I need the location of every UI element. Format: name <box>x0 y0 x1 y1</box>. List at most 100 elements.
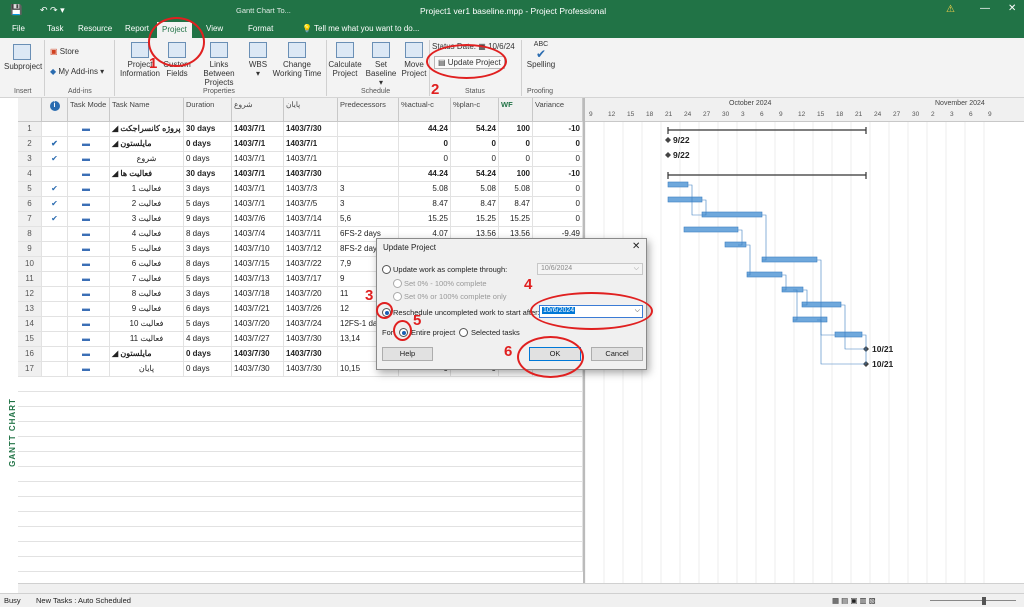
wf-header[interactable]: WF <box>499 98 533 122</box>
table-cell-start[interactable]: 1403/7/1 <box>232 137 284 152</box>
table-cell-wf[interactable]: 0 <box>499 152 533 167</box>
tab-view[interactable]: View <box>206 24 223 33</box>
duration-header[interactable]: Duration <box>184 98 232 122</box>
table-cell-finish[interactable]: 1403/7/20 <box>284 287 338 302</box>
corner-header[interactable] <box>18 98 42 122</box>
table-cell-start[interactable]: 1403/7/30 <box>232 347 284 362</box>
task-name-header[interactable]: Task Name <box>110 98 184 122</box>
table-cell-var[interactable]: -10 <box>533 167 583 182</box>
empty-row[interactable] <box>18 422 583 437</box>
update-work-date[interactable]: 10/6/2024 ⌵ <box>537 263 643 275</box>
empty-row[interactable] <box>18 527 583 542</box>
complete-check-icon[interactable] <box>42 287 68 302</box>
row-number[interactable]: 13 <box>18 302 42 317</box>
task-mode-icon[interactable]: ▬ <box>68 182 110 197</box>
complete-check-icon[interactable] <box>42 332 68 347</box>
table-cell-finish[interactable]: 1403/7/11 <box>284 227 338 242</box>
complete-check-icon[interactable]: ✔ <box>42 212 68 227</box>
row-number[interactable]: 4 <box>18 167 42 182</box>
table-cell-wf[interactable]: 100 <box>499 122 533 137</box>
actual-header[interactable]: %actual-c <box>399 98 451 122</box>
table-cell-finish[interactable]: 1403/7/14 <box>284 212 338 227</box>
set-baseline-button[interactable]: Set Baseline ▾ <box>363 42 399 87</box>
minimize-icon[interactable]: — <box>980 3 990 14</box>
table-cell-dur[interactable]: 4 days <box>184 332 232 347</box>
task-mode-icon[interactable]: ▬ <box>68 362 110 377</box>
table-cell-start[interactable]: 1403/7/21 <box>232 302 284 317</box>
tab-format[interactable]: Format <box>248 24 273 33</box>
table-cell-var[interactable]: -10 <box>533 122 583 137</box>
complete-check-icon[interactable] <box>42 242 68 257</box>
zoom-slider[interactable] <box>930 600 1016 601</box>
selected-tasks-radio[interactable] <box>459 328 468 337</box>
table-cell-dur[interactable]: 30 days <box>184 122 232 137</box>
close-icon[interactable]: ✕ <box>1008 3 1016 14</box>
variance-header[interactable]: Variance <box>533 98 583 122</box>
table-cell-name[interactable]: فعالیت 9 <box>110 302 184 317</box>
table-cell-name[interactable]: فعالیت 7 <box>110 272 184 287</box>
row-number[interactable]: 6 <box>18 197 42 212</box>
table-cell-start[interactable]: 1403/7/13 <box>232 272 284 287</box>
complete-check-icon[interactable] <box>42 347 68 362</box>
calculate-project-button[interactable]: Calculate Project <box>327 42 363 78</box>
table-cell-start[interactable]: 1403/7/6 <box>232 212 284 227</box>
complete-check-icon[interactable] <box>42 227 68 242</box>
empty-row[interactable] <box>18 407 583 422</box>
table-cell-finish[interactable]: 1403/7/30 <box>284 167 338 182</box>
tab-task[interactable]: Task <box>47 24 63 33</box>
save-icon[interactable]: 💾 <box>10 5 22 16</box>
table-cell-finish[interactable]: 1403/7/5 <box>284 197 338 212</box>
set-zero-hundred-radio[interactable] <box>393 292 402 301</box>
table-cell-pred[interactable] <box>338 167 399 182</box>
tab-file[interactable]: File <box>12 24 25 33</box>
table-cell-wf[interactable]: 15.25 <box>499 212 533 227</box>
empty-row[interactable] <box>18 452 583 467</box>
table-cell-dur[interactable]: 3 days <box>184 182 232 197</box>
table-cell-name[interactable]: پروژه کانسراجکت ◢ <box>110 122 184 137</box>
table-cell-plan[interactable]: 0 <box>451 137 499 152</box>
tab-resource[interactable]: Resource <box>78 24 112 33</box>
table-cell-finish[interactable]: 1403/7/22 <box>284 257 338 272</box>
quick-access-toolbar[interactable]: ↶ ↷ ▾ <box>40 5 65 16</box>
task-mode-icon[interactable]: ▬ <box>68 212 110 227</box>
complete-check-icon[interactable]: ✔ <box>42 152 68 167</box>
table-cell-pred[interactable]: 3 <box>338 197 399 212</box>
table-cell-name[interactable]: فعالیت 4 <box>110 227 184 242</box>
table-cell-var[interactable]: 0 <box>533 137 583 152</box>
table-cell-act[interactable]: 0 <box>399 152 451 167</box>
empty-row[interactable] <box>18 497 583 512</box>
row-number[interactable]: 11 <box>18 272 42 287</box>
close-icon[interactable]: ✕ <box>632 241 640 252</box>
table-cell-start[interactable]: 1403/7/18 <box>232 287 284 302</box>
table-cell-plan[interactable]: 5.08 <box>451 182 499 197</box>
finish-header[interactable]: پایان <box>284 98 338 122</box>
table-cell-finish[interactable]: 1403/7/30 <box>284 332 338 347</box>
table-cell-pred[interactable]: 5,6 <box>338 212 399 227</box>
table-cell-plan[interactable]: 0 <box>451 152 499 167</box>
table-cell-pred[interactable] <box>338 137 399 152</box>
table-cell-finish[interactable]: 1403/7/1 <box>284 137 338 152</box>
empty-row[interactable] <box>18 557 583 572</box>
info-column-header[interactable]: i <box>42 98 68 122</box>
store-button[interactable]: ▣ Store <box>50 47 79 56</box>
tell-me-box[interactable]: Tell me what you want to do... <box>314 24 419 33</box>
empty-row[interactable] <box>18 512 583 527</box>
table-cell-wf[interactable]: 0 <box>499 137 533 152</box>
table-cell-start[interactable]: 1403/7/1 <box>232 182 284 197</box>
complete-check-icon[interactable]: ✔ <box>42 137 68 152</box>
table-cell-dur[interactable]: 0 days <box>184 347 232 362</box>
row-number[interactable]: 2 <box>18 137 42 152</box>
table-cell-dur[interactable]: 8 days <box>184 257 232 272</box>
task-mode-icon[interactable]: ▬ <box>68 242 110 257</box>
table-cell-plan[interactable]: 54.24 <box>451 122 499 137</box>
gantt-chart[interactable]: October 2024 November 2024 9 12 15 18 21 24 27… <box>583 98 1024 583</box>
table-cell-start[interactable]: 1403/7/20 <box>232 317 284 332</box>
task-mode-icon[interactable]: ▬ <box>68 287 110 302</box>
complete-check-icon[interactable]: ✔ <box>42 182 68 197</box>
table-cell-name[interactable]: فعالیت 6 <box>110 257 184 272</box>
task-mode-icon[interactable]: ▬ <box>68 167 110 182</box>
table-cell-name[interactable]: فعالیت 11 <box>110 332 184 347</box>
table-cell-name[interactable]: فعالیت ها ◢ <box>110 167 184 182</box>
table-cell-dur[interactable]: 5 days <box>184 272 232 287</box>
table-cell-start[interactable]: 1403/7/4 <box>232 227 284 242</box>
